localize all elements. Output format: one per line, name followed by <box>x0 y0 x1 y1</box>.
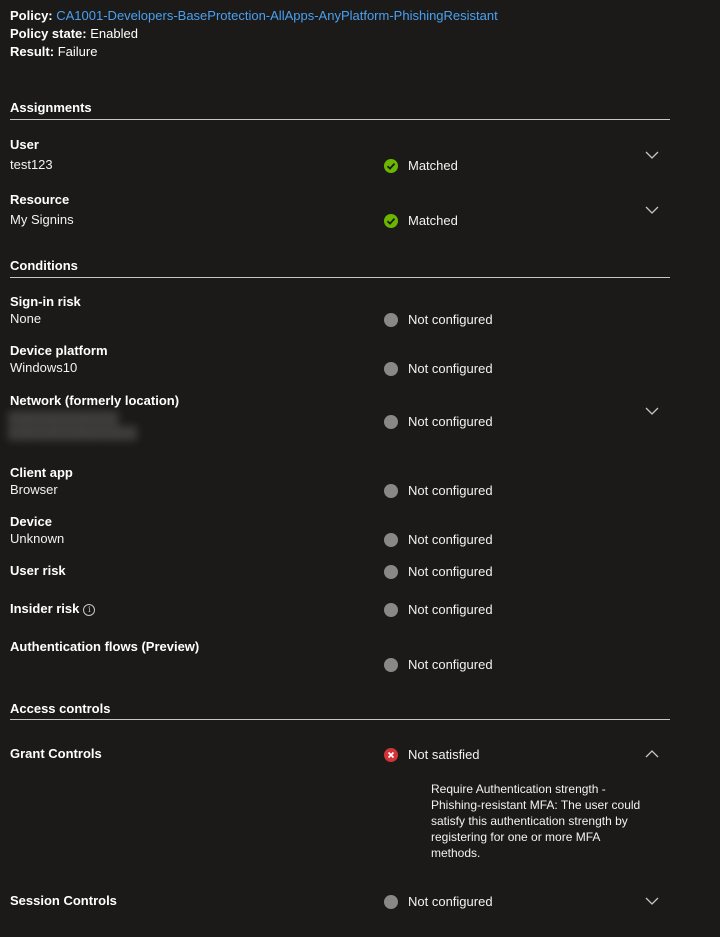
device-label: Device <box>10 514 52 529</box>
grant-controls-detail: Require Authentication strength - Phishi… <box>431 782 641 860</box>
insider-risk-row: Insider risk i <box>10 601 96 616</box>
insider-risk-status-text: Not configured <box>408 602 493 617</box>
grant-controls-label: Grant Controls <box>10 746 102 761</box>
user-value: test123 <box>10 157 53 172</box>
device-platform-status: Not configured <box>384 361 493 376</box>
user-status: Matched <box>384 158 458 173</box>
policy-name-link[interactable]: CA1001-Developers-BaseProtection-AllApps… <box>56 8 497 23</box>
policy-label: Policy: <box>10 8 53 23</box>
chevron-up-icon[interactable] <box>644 746 660 762</box>
resource-status-text: Matched <box>408 213 458 228</box>
policy-state-label: Policy state: <box>10 26 87 41</box>
network-status: Not configured <box>384 414 493 429</box>
grant-controls-status-text: Not satisfied <box>408 747 480 762</box>
status-dot-icon <box>384 657 398 672</box>
insider-risk-label: Insider risk <box>10 601 80 616</box>
device-platform-value: Windows10 <box>10 360 78 375</box>
auth-flows-label: Authentication flows (Preview) <box>10 639 200 654</box>
conditions-heading: Conditions <box>10 258 78 273</box>
client-app-label: Client app <box>10 465 73 480</box>
user-risk-label: User risk <box>10 563 66 578</box>
user-risk-status-text: Not configured <box>408 564 493 579</box>
user-status-text: Matched <box>408 158 458 173</box>
status-dot-icon <box>384 894 398 909</box>
signin-risk-status: Not configured <box>384 312 493 327</box>
policy-state-line: Policy state: Enabled <box>10 25 138 43</box>
network-redacted-value: ▒▒▒▒▒▒▒▒▒▒▒▒ ▒▒▒▒▒▒▒▒▒▒▒▒▒▒ <box>8 410 137 440</box>
chevron-down-icon[interactable] <box>644 147 660 163</box>
resource-label: Resource <box>10 192 70 207</box>
signin-risk-label: Sign-in risk <box>10 294 81 309</box>
access-controls-heading: Access controls <box>10 701 111 716</box>
assignments-heading: Assignments <box>10 100 92 115</box>
device-value: Unknown <box>10 531 65 546</box>
status-dot-icon <box>384 532 398 547</box>
device-platform-status-text: Not configured <box>408 361 493 376</box>
result-value: Failure <box>57 44 98 59</box>
chevron-down-icon[interactable] <box>644 403 660 419</box>
session-controls-label: Session Controls <box>10 893 117 908</box>
info-icon[interactable]: i <box>83 604 96 616</box>
check-icon <box>384 213 398 228</box>
user-label: User <box>10 137 39 152</box>
status-dot-icon <box>384 602 398 617</box>
chevron-down-icon[interactable] <box>644 893 660 909</box>
status-dot-icon <box>384 361 398 376</box>
error-icon <box>384 747 398 762</box>
network-label: Network (formerly location) <box>10 393 180 408</box>
result-line: Result: Failure <box>10 43 97 61</box>
resource-value: My Signins <box>10 212 74 227</box>
policy-line: Policy: CA1001-Developers-BaseProtection… <box>10 7 498 25</box>
result-label: Result: <box>10 44 55 59</box>
status-dot-icon <box>384 312 398 327</box>
policy-state-value: Enabled <box>90 26 138 41</box>
client-app-value: Browser <box>10 482 58 497</box>
client-app-status: Not configured <box>384 483 493 498</box>
device-platform-label: Device platform <box>10 343 108 358</box>
signin-risk-value: None <box>10 311 42 326</box>
network-status-text: Not configured <box>408 414 493 429</box>
resource-status: Matched <box>384 213 458 228</box>
session-controls-status-text: Not configured <box>408 894 493 909</box>
signin-risk-status-text: Not configured <box>408 312 493 327</box>
device-status: Not configured <box>384 532 493 547</box>
auth-flows-status-text: Not configured <box>408 657 493 672</box>
check-icon <box>384 158 398 173</box>
assignments-divider <box>10 119 670 120</box>
status-dot-icon <box>384 483 398 498</box>
insider-risk-status: Not configured <box>384 602 493 617</box>
chevron-down-icon[interactable] <box>644 202 660 218</box>
grant-controls-status: Not satisfied <box>384 747 480 762</box>
conditions-divider <box>10 277 670 278</box>
auth-flows-status: Not configured <box>384 657 493 672</box>
status-dot-icon <box>384 564 398 579</box>
client-app-status-text: Not configured <box>408 483 493 498</box>
session-controls-status: Not configured <box>384 894 493 909</box>
device-status-text: Not configured <box>408 532 493 547</box>
status-dot-icon <box>384 414 398 429</box>
access-controls-divider <box>10 719 670 720</box>
user-risk-status: Not configured <box>384 564 493 579</box>
